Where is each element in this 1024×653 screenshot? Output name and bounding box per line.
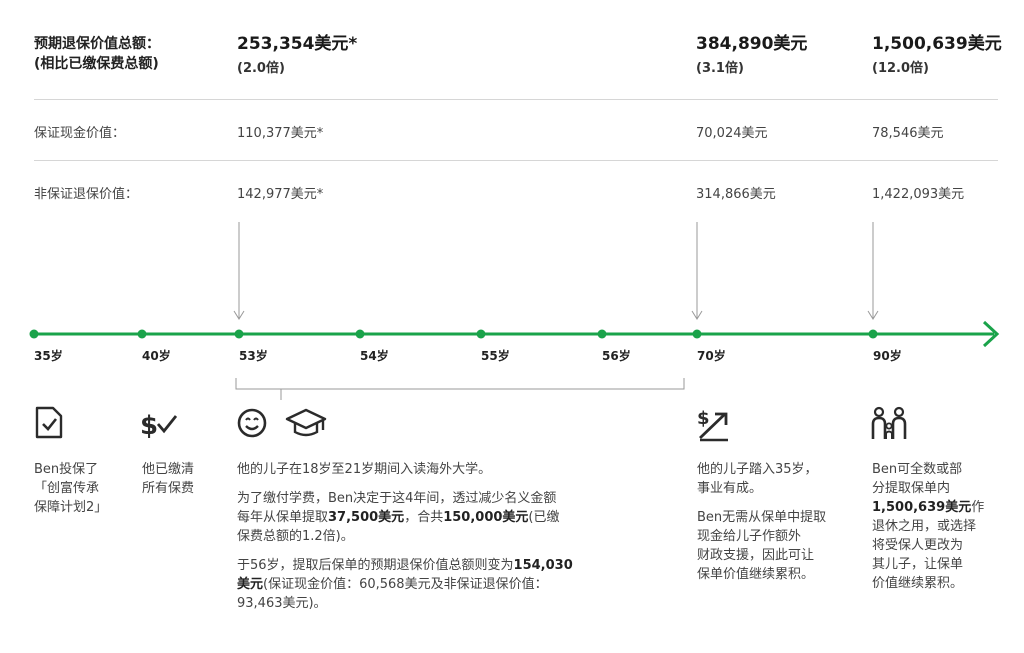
age-label-56: 56岁 (602, 349, 631, 363)
event-40-line1: 他已缴清 (142, 462, 195, 477)
timeline-dot-40 (137, 329, 147, 339)
timeline-dot-54 (355, 329, 365, 339)
event-70-para2-d: 保单价值继续累积。 (697, 567, 815, 582)
age-label-53: 53岁 (239, 349, 268, 363)
svg-text:$: $ (697, 408, 710, 429)
event-53-para2-e: 保费总额的1.2倍)。 (237, 529, 354, 544)
event-53-para3-a: 于56岁，提取后保单的预期退保价值总额则变为 (237, 558, 514, 573)
event-53-para3-c: 93,463美元)。 (237, 596, 327, 611)
event-53-para2-b: 每年从保单提取 (237, 510, 329, 525)
retirement-withdrawal-amount: 1,500,639美元 (872, 500, 972, 515)
event-53-text: 他的儿子在18岁至21岁期间入读海外大学。 为了缴付学费，Ben决定于这4年间，… (237, 460, 682, 623)
svg-text:$: $ (140, 411, 158, 440)
event-70-para2-c: 财政支援，因此可让 (697, 548, 815, 563)
graduation-cap-icon (285, 408, 327, 437)
event-70-para1: 他的儿子踏入35岁， 事业有成。 (697, 460, 857, 498)
event-53-para2-d: (已缴 (528, 510, 560, 525)
event-70-para2: Ben无需从保单中提取 现金给儿子作额外 财政支援，因此可让 保单价值继续累积。 (697, 508, 857, 584)
timeline-dot-35 (29, 329, 39, 339)
event-90-line1: Ben可全数或部 (872, 462, 963, 477)
age-label-90: 90岁 (873, 349, 902, 363)
event-35-line3: 保障计划2」 (34, 500, 108, 515)
smiley-icon (237, 408, 267, 438)
age-label-40: 40岁 (142, 349, 171, 363)
event-90-line3-b: 作 (971, 500, 985, 515)
timeline-dot-53 (234, 329, 244, 339)
timeline-dot-90 (868, 329, 878, 339)
event-90-line4: 退休之用，或选择 (872, 519, 977, 534)
bracket-53-56 (235, 378, 685, 390)
event-35-line1: Ben投保了 (34, 462, 99, 477)
event-90-line7: 价值继续累积。 (872, 576, 964, 591)
timeline-dot-70 (692, 329, 702, 339)
event-53-para1: 他的儿子在18岁至21岁期间入读海外大学。 (237, 462, 492, 477)
post-withdrawal-value-unit: 美元 (237, 577, 264, 592)
withdrawal-annual-amount: 37,500美元 (328, 510, 405, 525)
timeline-dot-55 (476, 329, 486, 339)
event-53-para3: 于56岁，提取后保单的预期退保价值总额则变为154,030 美元(保证现金价值：… (237, 556, 682, 613)
event-53-para3-b: (保证现金价值：60,568美元及非保证退保价值： (263, 577, 548, 592)
age-label-55: 55岁 (481, 349, 510, 363)
event-35-text: Ben投保了 「创富传承 保障计划2」 (34, 460, 130, 517)
event-70-text: 他的儿子踏入35岁， 事业有成。 Ben无需从保单中提取 现金给儿子作额外 财政… (697, 460, 857, 594)
event-35-line2: 「创富传承 (34, 481, 100, 496)
timeline-dot-56 (597, 329, 607, 339)
event-40-line2: 所有保费 (142, 481, 195, 496)
event-90-line6: 其儿子，让保单 (872, 557, 964, 572)
event-70-para2-a: Ben无需从保单中提取 (697, 510, 827, 525)
event-90-line5: 将受保人更改为 (872, 538, 964, 553)
document-check-icon (35, 406, 63, 439)
withdrawal-total-amount: 150,000美元 (443, 510, 529, 525)
event-40-text: 他已缴清 所有保费 (142, 460, 228, 498)
event-53-para2: 为了缴付学费，Ben决定于这4年间，透过减少名义金额 每年从保单提取37,500… (237, 489, 682, 546)
family-icon (871, 406, 907, 439)
event-90-line3: 1,500,639美元作 (872, 498, 1012, 517)
event-70-para1-b: 事业有成。 (697, 481, 763, 496)
age-label-35: 35岁 (34, 349, 63, 363)
event-90-line2: 分提取保单内 (872, 481, 951, 496)
event-90-text: Ben可全数或部 分提取保单内 1,500,639美元作 退休之用，或选择 将受… (872, 460, 1012, 593)
growth-dollar-icon: $ (697, 408, 728, 442)
post-withdrawal-value: 154,030 (513, 558, 573, 573)
event-70-para2-b: 现金给儿子作额外 (697, 529, 802, 544)
age-label-54: 54岁 (360, 349, 389, 363)
age-label-70: 70岁 (697, 349, 726, 363)
event-53-para2-c: ，合共 (404, 510, 444, 525)
event-53-para2-a: 为了缴付学费，Ben决定于这4年间，透过减少名义金额 (237, 491, 557, 506)
dollar-check-icon: $ (140, 411, 178, 440)
event-70-para1-a: 他的儿子踏入35岁， (697, 462, 818, 477)
